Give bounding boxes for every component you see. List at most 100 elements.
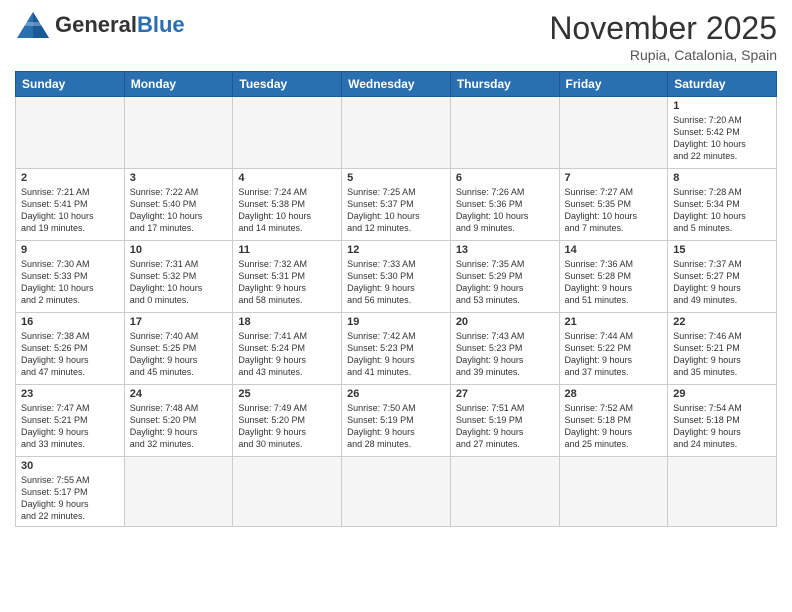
- day-number: 12: [347, 244, 445, 256]
- calendar-cell: [450, 97, 559, 169]
- location: Rupia, Catalonia, Spain: [549, 47, 777, 63]
- day-number: 5: [347, 172, 445, 184]
- calendar-cell: [233, 97, 342, 169]
- calendar-cell: 6Sunrise: 7:26 AM Sunset: 5:36 PM Daylig…: [450, 169, 559, 241]
- calendar-week-row: 16Sunrise: 7:38 AM Sunset: 5:26 PM Dayli…: [16, 313, 777, 385]
- logo: GeneralBlue: [15, 10, 185, 40]
- day-info: Sunrise: 7:47 AM Sunset: 5:21 PM Dayligh…: [21, 402, 119, 451]
- calendar-cell: [559, 457, 668, 527]
- calendar-cell: 30 Sunrise: 7:55 AM Sunset: 5:17 PM Dayli…: [16, 457, 125, 527]
- col-saturday: Saturday: [668, 72, 777, 97]
- day-info: Sunrise: 7:48 AM Sunset: 5:20 PM Dayligh…: [130, 402, 228, 451]
- day-info: Sunrise: 7:37 AM Sunset: 5:27 PM Dayligh…: [673, 258, 771, 307]
- day-number: 24: [130, 388, 228, 400]
- day-info: Sunrise: 7:30 AM Sunset: 5:33 PM Dayligh…: [21, 258, 119, 307]
- day-number: 19: [347, 316, 445, 328]
- calendar-cell: 22Sunrise: 7:46 AM Sunset: 5:21 PM Dayli…: [668, 313, 777, 385]
- calendar-cell: 7Sunrise: 7:27 AM Sunset: 5:35 PM Daylig…: [559, 169, 668, 241]
- calendar-cell: 2 Sunrise: 7:21 AM Sunset: 5:41 PM Daylig…: [16, 169, 125, 241]
- logo-text: GeneralBlue: [55, 14, 185, 37]
- calendar-cell: 29 Sunrise: 7:54 AM Sunset: 5:18 PM Dayli…: [668, 385, 777, 457]
- calendar-week-row: 30 Sunrise: 7:55 AM Sunset: 5:17 PM Dayli…: [16, 457, 777, 527]
- day-number: 9: [21, 244, 119, 256]
- day-number: 13: [456, 244, 554, 256]
- day-info: Sunrise: 7:50 AM Sunset: 5:19 PM Dayligh…: [347, 402, 445, 451]
- calendar-week-row: 23 Sunrise: 7:47 AM Sunset: 5:21 PM Dayli…: [16, 385, 777, 457]
- day-info: Sunrise: 7:55 AM Sunset: 5:17 PM Dayligh…: [21, 474, 119, 523]
- calendar-cell: 14Sunrise: 7:36 AM Sunset: 5:28 PM Dayli…: [559, 241, 668, 313]
- day-number: 3: [130, 172, 228, 184]
- day-info: Sunrise: 7:22 AM Sunset: 5:40 PM Dayligh…: [130, 186, 228, 235]
- col-monday: Monday: [124, 72, 233, 97]
- calendar-cell: 28 Sunrise: 7:52 AM Sunset: 5:18 PM Dayli…: [559, 385, 668, 457]
- day-number: 2: [21, 172, 119, 184]
- calendar-cell: 18Sunrise: 7:41 AM Sunset: 5:24 PM Dayli…: [233, 313, 342, 385]
- calendar-cell: [559, 97, 668, 169]
- calendar-week-row: 9 Sunrise: 7:30 AM Sunset: 5:33 PM Daylig…: [16, 241, 777, 313]
- calendar-cell: [124, 97, 233, 169]
- day-number: 20: [456, 316, 554, 328]
- day-number: 30: [21, 460, 119, 472]
- calendar-cell: [124, 457, 233, 527]
- col-friday: Friday: [559, 72, 668, 97]
- day-info: Sunrise: 7:20 AM Sunset: 5:42 PM Dayligh…: [673, 114, 771, 163]
- col-thursday: Thursday: [450, 72, 559, 97]
- day-info: Sunrise: 7:52 AM Sunset: 5:18 PM Dayligh…: [565, 402, 663, 451]
- day-info: Sunrise: 7:33 AM Sunset: 5:30 PM Dayligh…: [347, 258, 445, 307]
- day-number: 10: [130, 244, 228, 256]
- calendar-cell: 21Sunrise: 7:44 AM Sunset: 5:22 PM Dayli…: [559, 313, 668, 385]
- month-title: November 2025: [549, 10, 777, 47]
- calendar-cell: [450, 457, 559, 527]
- calendar-cell: 11Sunrise: 7:32 AM Sunset: 5:31 PM Dayli…: [233, 241, 342, 313]
- title-block: November 2025 Rupia, Catalonia, Spain: [549, 10, 777, 63]
- day-info: Sunrise: 7:40 AM Sunset: 5:25 PM Dayligh…: [130, 330, 228, 379]
- calendar-cell: [342, 97, 451, 169]
- day-number: 7: [565, 172, 663, 184]
- calendar-cell: 25 Sunrise: 7:49 AM Sunset: 5:20 PM Dayli…: [233, 385, 342, 457]
- calendar-cell: [668, 457, 777, 527]
- calendar-cell: 19 Sunrise: 7:42 AM Sunset: 5:23 PM Dayli…: [342, 313, 451, 385]
- day-info: Sunrise: 7:25 AM Sunset: 5:37 PM Dayligh…: [347, 186, 445, 235]
- day-number: 28: [565, 388, 663, 400]
- calendar-cell: 3 Sunrise: 7:22 AM Sunset: 5:40 PM Daylig…: [124, 169, 233, 241]
- day-info: Sunrise: 7:35 AM Sunset: 5:29 PM Dayligh…: [456, 258, 554, 307]
- day-info: Sunrise: 7:54 AM Sunset: 5:18 PM Dayligh…: [673, 402, 771, 451]
- day-info: Sunrise: 7:28 AM Sunset: 5:34 PM Dayligh…: [673, 186, 771, 235]
- calendar-week-row: 2 Sunrise: 7:21 AM Sunset: 5:41 PM Daylig…: [16, 169, 777, 241]
- calendar-cell: 15 Sunrise: 7:37 AM Sunset: 5:27 PM Dayli…: [668, 241, 777, 313]
- calendar-cell: [342, 457, 451, 527]
- day-info: Sunrise: 7:38 AM Sunset: 5:26 PM Dayligh…: [21, 330, 119, 379]
- calendar-cell: 9 Sunrise: 7:30 AM Sunset: 5:33 PM Daylig…: [16, 241, 125, 313]
- day-number: 15: [673, 244, 771, 256]
- calendar-cell: 8 Sunrise: 7:28 AM Sunset: 5:34 PM Daylig…: [668, 169, 777, 241]
- day-number: 1: [673, 100, 771, 112]
- day-info: Sunrise: 7:36 AM Sunset: 5:28 PM Dayligh…: [565, 258, 663, 307]
- calendar-cell: 5 Sunrise: 7:25 AM Sunset: 5:37 PM Daylig…: [342, 169, 451, 241]
- day-number: 11: [238, 244, 336, 256]
- calendar-cell: 26 Sunrise: 7:50 AM Sunset: 5:19 PM Dayli…: [342, 385, 451, 457]
- calendar-cell: 12 Sunrise: 7:33 AM Sunset: 5:30 PM Dayli…: [342, 241, 451, 313]
- day-number: 25: [238, 388, 336, 400]
- calendar-header-row: Sunday Monday Tuesday Wednesday Thursday…: [16, 72, 777, 97]
- calendar-cell: 10Sunrise: 7:31 AM Sunset: 5:32 PM Dayli…: [124, 241, 233, 313]
- calendar-week-row: 1 Sunrise: 7:20 AM Sunset: 5:42 PM Daylig…: [16, 97, 777, 169]
- calendar-cell: 24 Sunrise: 7:48 AM Sunset: 5:20 PM Dayli…: [124, 385, 233, 457]
- calendar-cell: 17 Sunrise: 7:40 AM Sunset: 5:25 PM Dayli…: [124, 313, 233, 385]
- day-info: Sunrise: 7:24 AM Sunset: 5:38 PM Dayligh…: [238, 186, 336, 235]
- day-info: Sunrise: 7:42 AM Sunset: 5:23 PM Dayligh…: [347, 330, 445, 379]
- day-info: Sunrise: 7:26 AM Sunset: 5:36 PM Dayligh…: [456, 186, 554, 235]
- day-info: Sunrise: 7:21 AM Sunset: 5:41 PM Dayligh…: [21, 186, 119, 235]
- day-number: 17: [130, 316, 228, 328]
- col-wednesday: Wednesday: [342, 72, 451, 97]
- day-number: 4: [238, 172, 336, 184]
- logo-icon: [15, 10, 51, 40]
- day-number: 22: [673, 316, 771, 328]
- day-info: Sunrise: 7:49 AM Sunset: 5:20 PM Dayligh…: [238, 402, 336, 451]
- calendar-cell: 27Sunrise: 7:51 AM Sunset: 5:19 PM Dayli…: [450, 385, 559, 457]
- day-number: 8: [673, 172, 771, 184]
- page-header: GeneralBlue November 2025 Rupia, Catalon…: [15, 10, 777, 63]
- day-number: 29: [673, 388, 771, 400]
- day-number: 26: [347, 388, 445, 400]
- day-number: 27: [456, 388, 554, 400]
- day-number: 23: [21, 388, 119, 400]
